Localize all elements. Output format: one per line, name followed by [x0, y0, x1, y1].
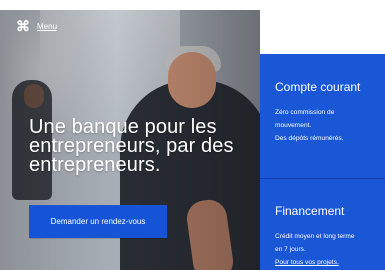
landing-page: ⌘ Menu Se connecter Une banque pour les … [0, 0, 385, 270]
panel-line: Zéro commission de [275, 109, 335, 116]
panel-financing[interactable]: Financement Crédit moyen et long terme e… [260, 179, 385, 270]
appointment-button[interactable]: Demander un rendez-vous [29, 205, 167, 238]
login-button[interactable]: Se connecter [298, 18, 379, 40]
panel-title: Financement [275, 204, 345, 218]
panel-current-account[interactable]: Compte courant Zéro commission de mouvem… [260, 54, 385, 178]
hero-headline: Une banque pour les entrepreneurs, par d… [29, 116, 234, 176]
panel-text: Crédit moyen et long terme en 7 jours. P… [275, 230, 379, 269]
panel-line: Crédit moyen et long terme [275, 233, 355, 240]
top-nav: ⌘ Menu Se connecter [0, 10, 385, 42]
panel-text: Zéro commission de mouvement. Des dépôts… [275, 106, 379, 145]
panel-title: Compte courant [275, 80, 361, 94]
panel-line-link[interactable]: Pour tous vos projets. [275, 256, 379, 269]
menu-link[interactable]: Menu [37, 22, 57, 31]
panel-line: Des dépôts rémunérés. [275, 135, 344, 142]
lock-icon [308, 25, 316, 33]
top-margin [0, 0, 385, 10]
login-button-label: Se connecter [320, 24, 369, 34]
panel-line: mouvement. [275, 122, 312, 129]
brand-logo-icon[interactable]: ⌘ [14, 17, 32, 35]
panel-line: en 7 jours. [275, 246, 306, 253]
